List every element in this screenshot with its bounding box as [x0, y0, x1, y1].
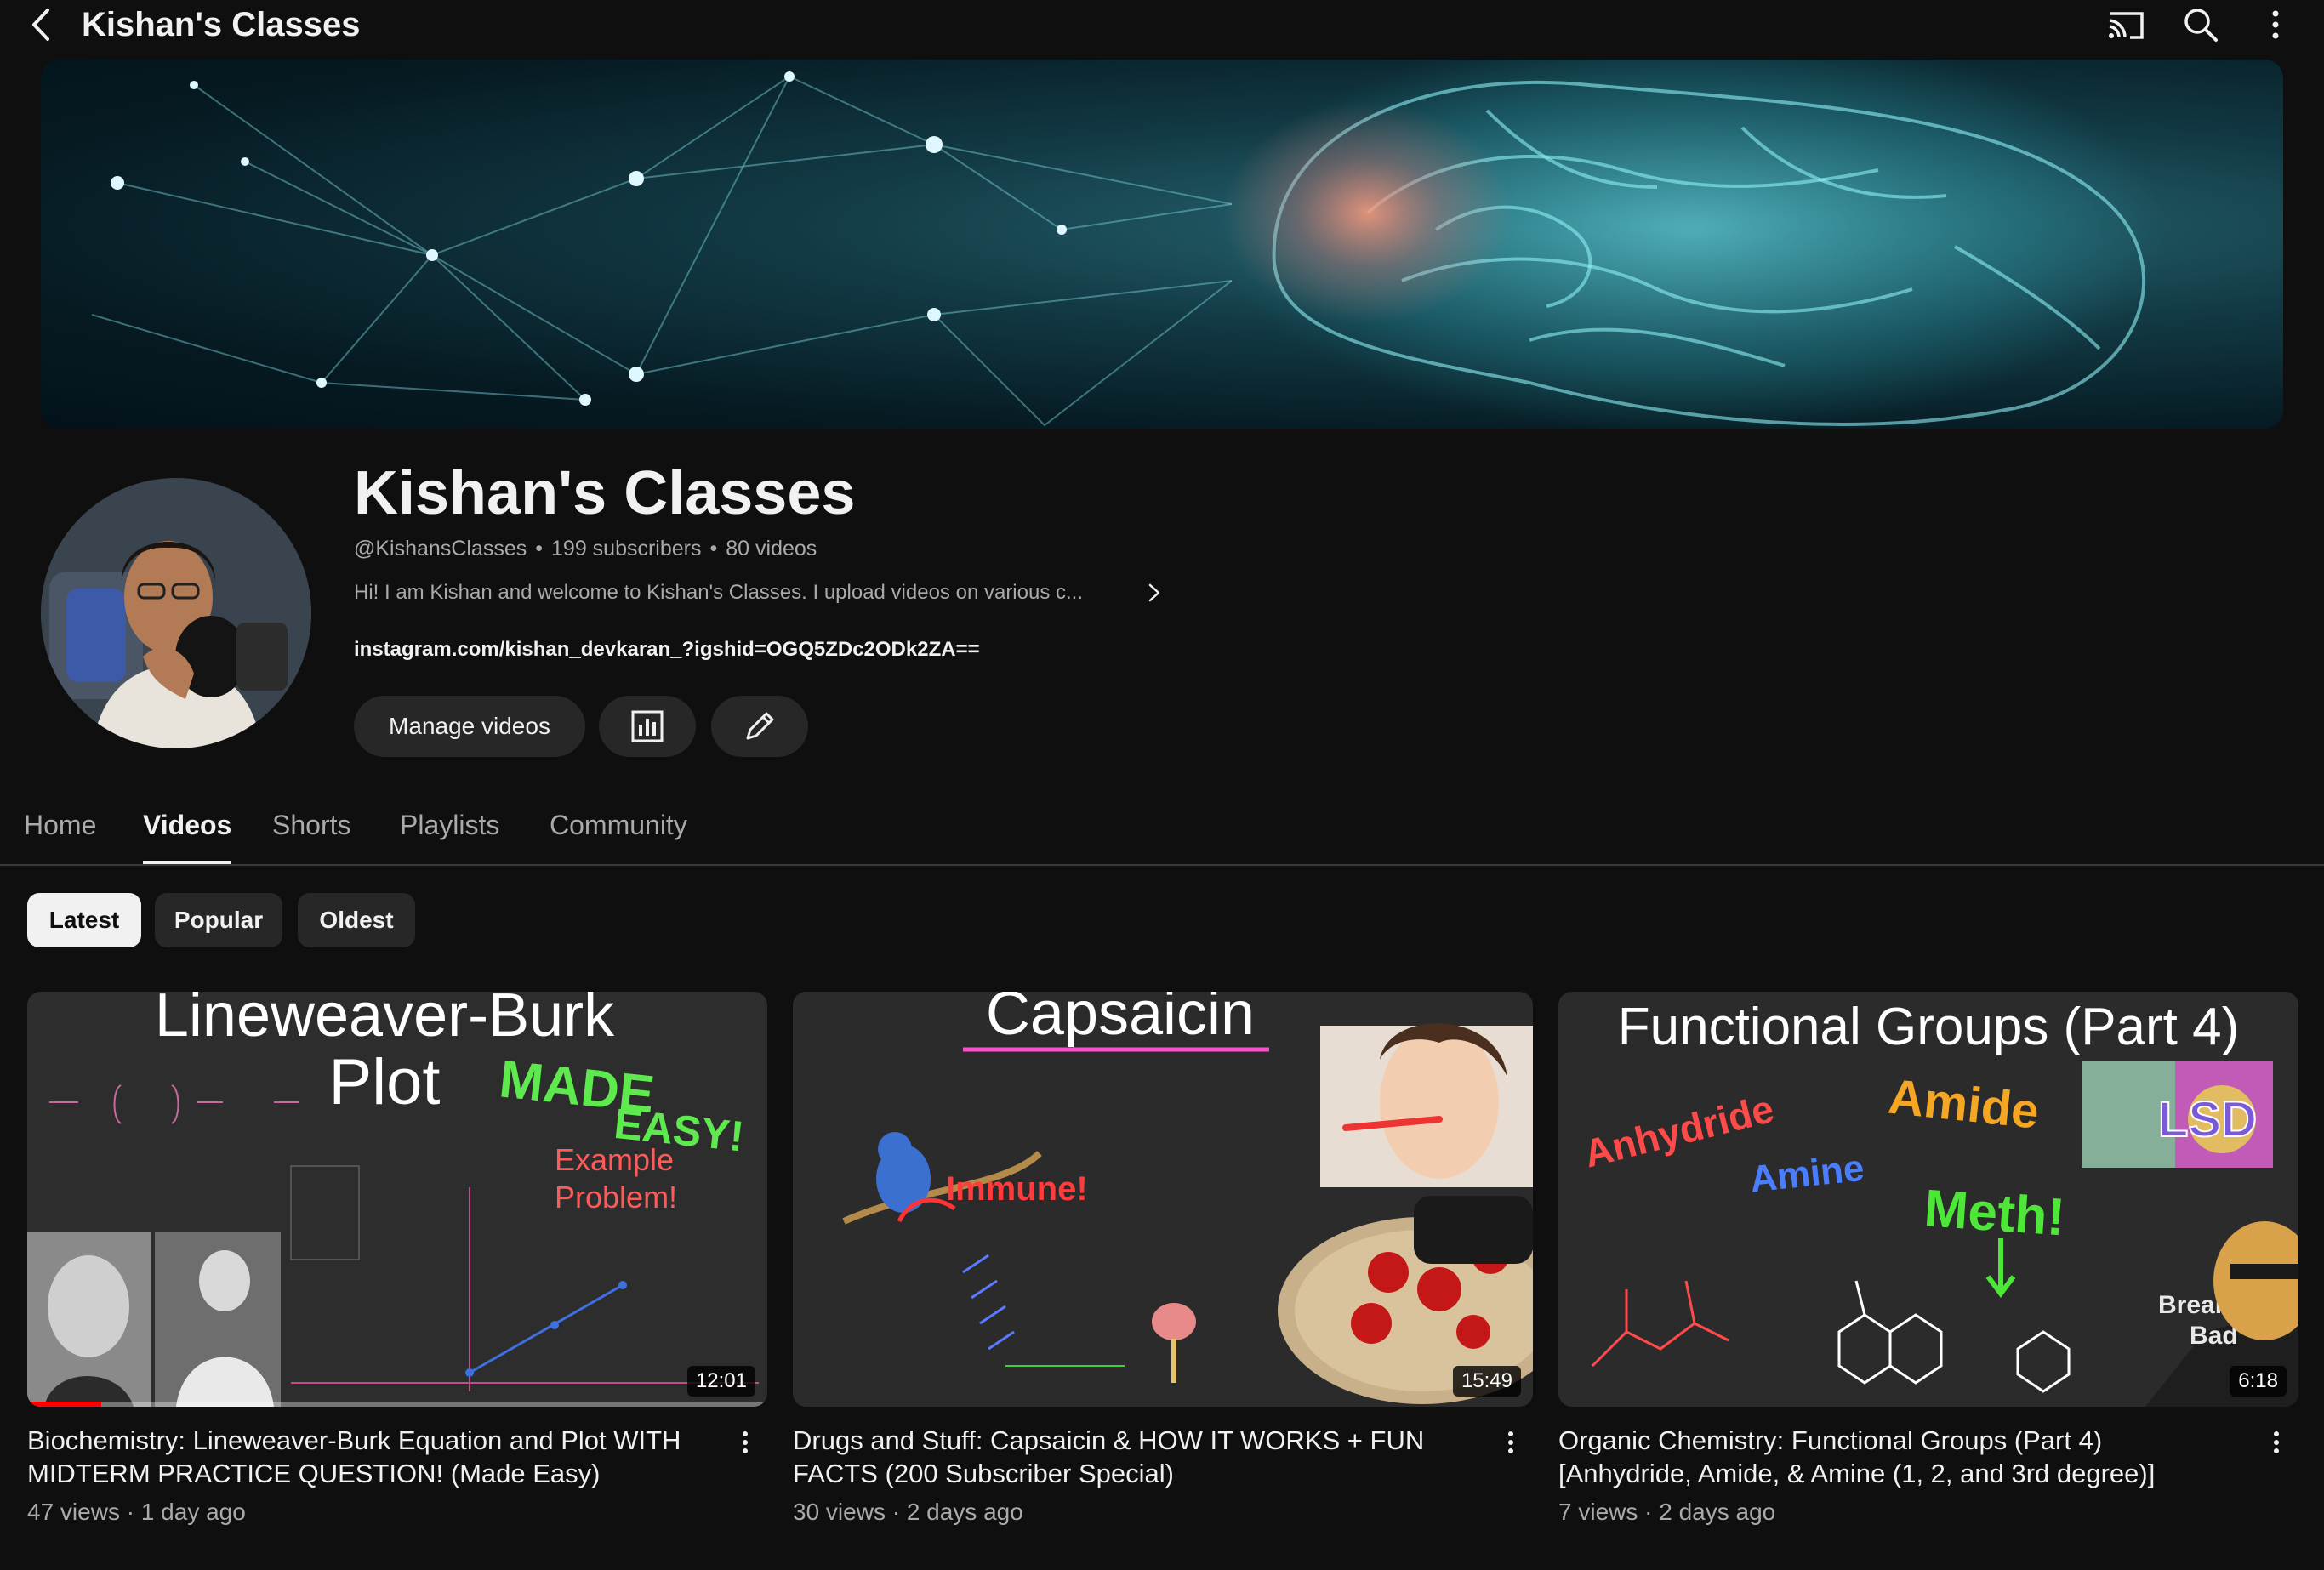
analytics-icon [631, 710, 664, 742]
manage-videos-button[interactable]: Manage videos [354, 696, 585, 757]
channel-name: Kishan's Classes [354, 459, 856, 527]
video-card: Lineweaver-Burk Plot MADE EASY! Example … [27, 992, 767, 1561]
video-meta: 30 views · 2 days ago [793, 1499, 1023, 1525]
video-thumbnail[interactable]: Functional Groups (Part 4) Anhydride Ami… [1558, 992, 2298, 1407]
thumb-heading-line1: Lineweaver-Burk [155, 992, 615, 1050]
video-more-icon[interactable] [2261, 1425, 2292, 1459]
video-count: 80 videos [726, 537, 817, 560]
tab-home[interactable]: Home [24, 803, 96, 864]
chip-oldest[interactable]: Oldest [298, 893, 415, 947]
channel-tabs: Home Videos Shorts Playlists Community [0, 803, 2324, 866]
edit-channel-button[interactable] [711, 696, 808, 757]
pencil-icon [746, 712, 774, 740]
more-vert-icon[interactable] [2254, 3, 2297, 46]
thumb-immune: Immune! [946, 1170, 1088, 1208]
video-duration: 12:01 [686, 1366, 755, 1397]
channel-link[interactable]: instagram.com/kishan_devkaran_?igshid=OG… [354, 636, 980, 663]
avatar-photo [41, 478, 311, 748]
channel-description[interactable]: Hi! I am Kishan and welcome to Kishan's … [354, 578, 1083, 607]
neural-brain-art [91, 60, 2167, 429]
channel-handle: @KishansClasses [354, 537, 527, 560]
thumb-heading: Functional Groups (Part 4) [1618, 998, 2240, 1056]
thumb-heading: Capsaicin [986, 992, 1255, 1048]
thumbnail-lineweaver-art: Lineweaver-Burk Plot MADE EASY! Example … [27, 992, 767, 1407]
thumb-heading-line2: Plot [329, 1046, 441, 1118]
video-more-icon[interactable] [1495, 1425, 1526, 1459]
tab-videos[interactable]: Videos [143, 803, 232, 864]
chip-latest[interactable]: Latest [27, 893, 141, 947]
video-meta: 7 views · 2 days ago [1558, 1499, 1776, 1525]
channel-avatar[interactable] [41, 478, 311, 748]
top-app-bar: Kishan's Classes [0, 0, 2324, 49]
thumbnail-capsaicin-art: Capsaicin Immune! [793, 992, 1533, 1407]
channel-banner [41, 60, 2283, 429]
cast-icon[interactable] [2105, 3, 2147, 46]
watch-progress-fill [27, 1402, 101, 1407]
thumb-example-1: Example [555, 1142, 674, 1177]
meta-separator: • [535, 537, 544, 560]
thumb-bad: Bad [2190, 1322, 2238, 1350]
back-icon[interactable] [26, 3, 60, 46]
channel-meta: @KishansClasses • 199 subscribers • 80 video… [354, 534, 817, 563]
video-title[interactable]: Organic Chemistry: Functional Groups (Pa… [1558, 1424, 2239, 1490]
thumb-example-2: Problem! [555, 1180, 677, 1214]
tab-playlists[interactable]: Playlists [400, 803, 499, 864]
analytics-button[interactable] [599, 696, 696, 757]
top-bar-title: Kishan's Classes [82, 6, 361, 43]
video-card: Functional Groups (Part 4) Anhydride Ami… [1558, 992, 2298, 1561]
video-thumbnail[interactable]: Capsaicin Immune! 15:49 [793, 992, 1533, 1407]
chip-popular[interactable]: Popular [155, 893, 282, 947]
thumb-lsd: LSD [2158, 1092, 2257, 1147]
video-duration: 15:49 [1452, 1366, 1521, 1397]
video-card: Capsaicin Immune! 15:49 Drugs and Stuff:… [793, 992, 1533, 1561]
video-thumbnail[interactable]: Lineweaver-Burk Plot MADE EASY! Example … [27, 992, 767, 1407]
thumb-meth: Meth! [1922, 1179, 2067, 1247]
video-title[interactable]: Biochemistry: Lineweaver-Burk Equation a… [27, 1424, 708, 1490]
tab-community[interactable]: Community [550, 803, 687, 864]
chevron-right-icon[interactable] [1142, 578, 1167, 607]
thumbnail-functional-groups-art: Functional Groups (Part 4) Anhydride Ami… [1558, 992, 2298, 1407]
meta-separator: • [709, 537, 718, 560]
search-icon[interactable] [2179, 3, 2222, 46]
subscriber-count: 199 subscribers [551, 537, 702, 560]
video-more-icon[interactable] [730, 1425, 760, 1459]
video-duration: 6:18 [2230, 1366, 2287, 1397]
tab-shorts[interactable]: Shorts [272, 803, 350, 864]
video-title[interactable]: Drugs and Stuff: Capsaicin & HOW IT WORK… [793, 1424, 1473, 1490]
watch-progress-bar [27, 1402, 767, 1407]
video-meta: 47 views · 1 day ago [27, 1499, 246, 1525]
